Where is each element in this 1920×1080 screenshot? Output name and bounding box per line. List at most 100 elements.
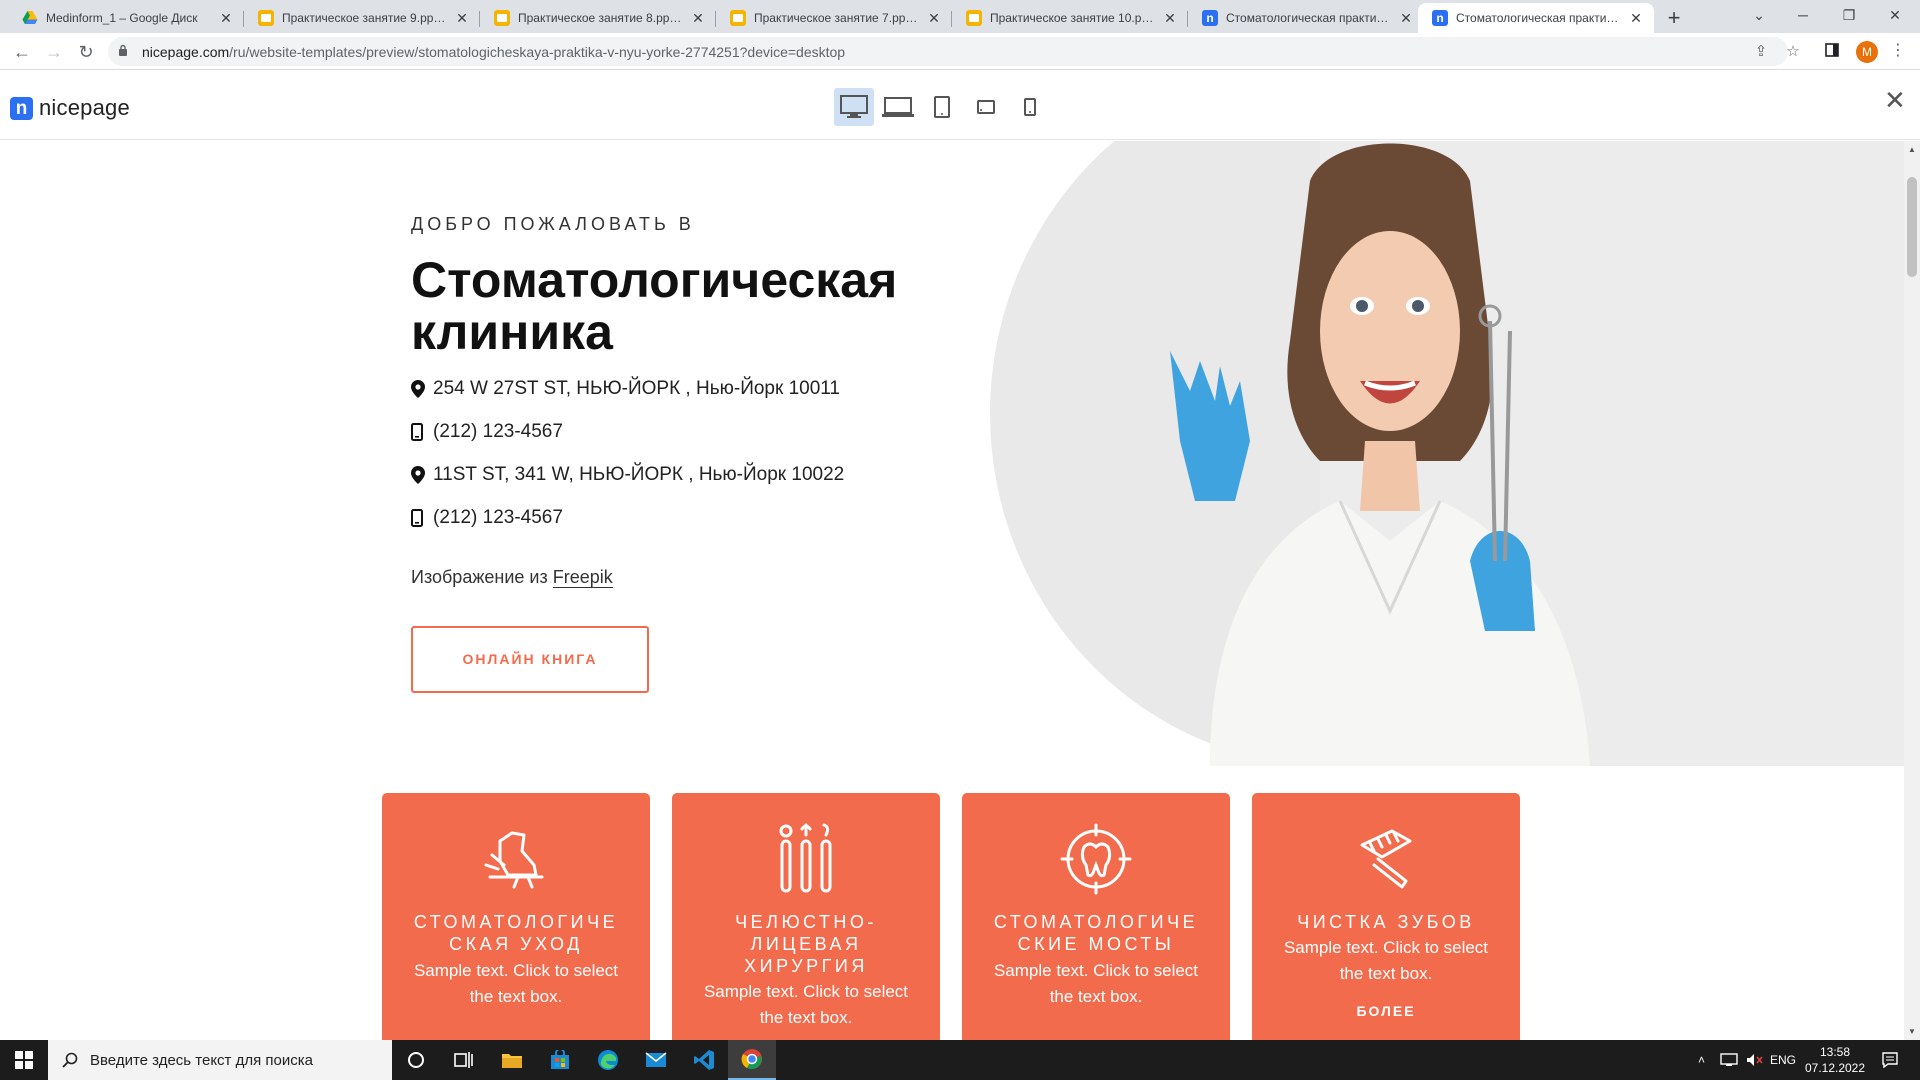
- tab-close-icon[interactable]: ✕: [1398, 10, 1414, 27]
- back-icon[interactable]: ←: [10, 40, 34, 64]
- tablet-icon[interactable]: [922, 88, 962, 126]
- tab-close-icon[interactable]: ✕: [1628, 10, 1644, 27]
- tab-title: Практическое занятие 7.pptx -: [754, 11, 920, 25]
- close-window-button[interactable]: ✕: [1872, 0, 1918, 33]
- freepik-link[interactable]: Freepik: [552, 567, 613, 588]
- slides-icon: [730, 10, 746, 26]
- taskbar-clock[interactable]: 13:58 07.12.2022: [1800, 1044, 1870, 1076]
- hero-image: [990, 141, 1904, 766]
- url-path: /ru/website-templates/preview/stomatolog…: [229, 44, 846, 60]
- profile-avatar[interactable]: M: [1856, 41, 1878, 63]
- lock-icon[interactable]: [118, 44, 128, 56]
- restore-button[interactable]: ❐: [1826, 0, 1872, 33]
- tab-close-icon[interactable]: ✕: [926, 10, 942, 27]
- store-icon[interactable]: [536, 1040, 584, 1080]
- contact-phone-2: (212) 123-4567: [411, 507, 563, 529]
- scrollbar-thumb[interactable]: [1907, 177, 1917, 277]
- welcome-text: ДОБРО ПОЖАЛОВАТЬ В: [411, 214, 695, 234]
- reload-icon[interactable]: ↻: [74, 40, 98, 64]
- tab-title: Практическое занятие 8.pptx -: [518, 11, 684, 25]
- forward-icon[interactable]: →: [42, 40, 66, 64]
- browser-tab[interactable]: Практическое занятие 7.pptx - ✕: [716, 3, 952, 33]
- vscode-icon[interactable]: [680, 1040, 728, 1080]
- service-card[interactable]: СТОМАТОЛОГИЧЕ СКАЯ УХОД Sample text. Cli…: [382, 793, 650, 1040]
- device-switcher: [834, 88, 1050, 126]
- tablet-landscape-icon[interactable]: [966, 88, 1006, 126]
- side-panel-icon[interactable]: [1823, 43, 1841, 61]
- card-more-link[interactable]: БОЛЕЕ: [1252, 1003, 1520, 1019]
- desktop-icon[interactable]: [834, 88, 874, 126]
- card-title: СТОМАТОЛОГИЧЕ СКАЯ УХОД: [413, 912, 619, 954]
- scroll-down-icon[interactable]: ▼: [1908, 1027, 1916, 1036]
- search-icon: [62, 1052, 78, 1068]
- scroll-up-icon[interactable]: ▲: [1908, 145, 1916, 154]
- card-title: ЧЕЛЮСТНО-ЛИЦЕВАЯ ХИРУРГИЯ: [735, 912, 877, 976]
- windows-taskbar: Введите здесь текст для поиска ˄ ENG 13:…: [0, 1040, 1920, 1080]
- contact-text: 254 W 27ST ST, НЬЮ-ЙОРК , Нью-Йорк 10011: [433, 378, 840, 399]
- laptop-icon[interactable]: [878, 88, 918, 126]
- template-page: ДОБРО ПОЖАЛОВАТЬ В Стоматологическая кли…: [0, 141, 1904, 1040]
- menu-icon[interactable]: ⋮: [1890, 41, 1906, 63]
- task-view-icon[interactable]: [440, 1040, 488, 1080]
- nicepage-preview-header: n nicepage: [0, 70, 1920, 140]
- card-title: ЧИСТКА ЗУБОВ: [1297, 912, 1475, 932]
- language-indicator[interactable]: ENG: [1770, 1040, 1796, 1080]
- address-bar: ← → ↻ nicepage.com/ru/website-templates/…: [0, 33, 1920, 70]
- cortana-icon[interactable]: [392, 1040, 440, 1080]
- credit-prefix: Изображение из: [411, 567, 553, 587]
- windows-start-icon[interactable]: [0, 1040, 48, 1080]
- url-input[interactable]: nicepage.com/ru/website-templates/previe…: [108, 37, 1788, 66]
- phone-icon[interactable]: [1010, 88, 1050, 126]
- notifications-icon[interactable]: [1882, 1040, 1898, 1080]
- clock-date: 07.12.2022: [1804, 1061, 1866, 1075]
- browser-tab[interactable]: Практическое занятие 10.pptx ✕: [952, 3, 1188, 33]
- page-scrollbar[interactable]: ▲ ▼: [1904, 141, 1920, 1040]
- volume-muted-icon[interactable]: [1746, 1040, 1764, 1080]
- new-tab-button[interactable]: +: [1660, 5, 1688, 31]
- nicepage-logo-text: nicepage: [39, 95, 130, 120]
- show-hidden-icons[interactable]: ˄: [1698, 1040, 1705, 1080]
- tab-close-icon[interactable]: ✕: [218, 10, 234, 27]
- mail-icon[interactable]: [632, 1040, 680, 1080]
- book-online-button[interactable]: ОНЛАЙН КНИГА: [411, 626, 649, 693]
- service-card[interactable]: СТОМАТОЛОГИЧЕ СКИЕ МОСТЫ Sample text. Cl…: [962, 793, 1230, 1040]
- tab-title: Практическое занятие 9.pptx -: [282, 11, 448, 25]
- browser-tab[interactable]: Medinform_1 – Google Диск ✕: [8, 3, 244, 33]
- dental-chair-icon: [484, 831, 544, 889]
- tab-close-icon[interactable]: ✕: [690, 10, 706, 27]
- tab-title: Medinform_1 – Google Диск: [46, 11, 198, 25]
- browser-tab[interactable]: Практическое занятие 9.pptx - ✕: [244, 3, 480, 33]
- tab-search-icon[interactable]: ⌄: [1736, 0, 1782, 33]
- tab-close-icon[interactable]: ✕: [454, 10, 470, 27]
- network-icon[interactable]: [1720, 1040, 1738, 1080]
- browser-tab[interactable]: n Стоматологическая практика в ✕: [1188, 3, 1424, 33]
- tab-title: Практическое занятие 10.pptx: [990, 11, 1156, 25]
- url-text: nicepage.com/ru/website-templates/previe…: [142, 44, 845, 60]
- chrome-icon[interactable]: [728, 1040, 776, 1080]
- contact-address-2: 11ST ST, 341 W, НЬЮ-ЙОРК , Нью-Йорк 1002…: [411, 464, 844, 486]
- browser-tab[interactable]: Практическое занятие 8.pptx - ✕: [480, 3, 716, 33]
- bookmark-star-icon[interactable]: ☆: [1784, 43, 1802, 61]
- card-text: Sample text. Click to select the text bo…: [1283, 938, 1489, 983]
- slides-icon: [966, 10, 982, 26]
- taskbar-search-input[interactable]: Введите здесь текст для поиска: [48, 1040, 392, 1080]
- minimize-button[interactable]: ─: [1780, 0, 1826, 33]
- browser-tab-active[interactable]: n Стоматологическая практика в ✕: [1418, 3, 1654, 33]
- url-host: nicepage.com: [142, 44, 230, 60]
- phone-icon: [411, 423, 433, 441]
- service-card[interactable]: ЧИСТКА ЗУБОВ Sample text. Click to selec…: [1252, 793, 1520, 1040]
- browser-tab-strip: Medinform_1 – Google Диск ✕ Практическое…: [0, 0, 1920, 33]
- contact-text: 11ST ST, 341 W, НЬЮ-ЙОРК , Нью-Йорк 1002…: [433, 464, 845, 485]
- edge-icon[interactable]: [584, 1040, 632, 1080]
- tab-title: Стоматологическая практика в: [1456, 11, 1622, 25]
- tab-close-icon[interactable]: ✕: [1162, 10, 1178, 27]
- dental-tools-icon: [779, 823, 832, 893]
- file-explorer-icon[interactable]: [488, 1040, 536, 1080]
- close-preview-icon[interactable]: ✕: [1884, 87, 1906, 113]
- nicepage-logo[interactable]: n nicepage: [10, 95, 130, 121]
- share-icon[interactable]: ⇪: [1752, 43, 1770, 61]
- dentist-photo: [1170, 143, 1590, 766]
- service-card[interactable]: ЧЕЛЮСТНО-ЛИЦЕВАЯ ХИРУРГИЯ Sample text. C…: [672, 793, 940, 1040]
- contact-text: (212) 123-4567: [433, 507, 563, 528]
- google-drive-icon: [22, 10, 38, 26]
